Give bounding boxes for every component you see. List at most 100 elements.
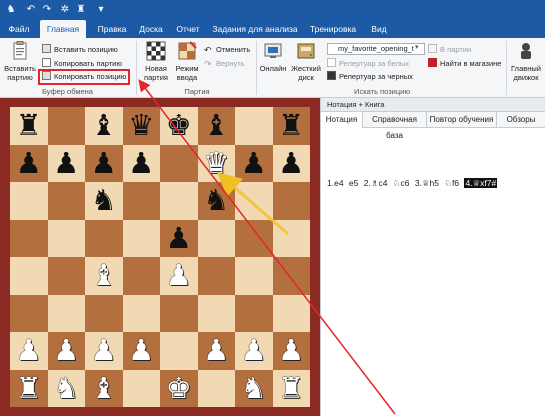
board-square[interactable] xyxy=(197,219,235,257)
input-mode-button[interactable]: Режим ввода xyxy=(172,40,202,82)
tab-board[interactable]: Доска xyxy=(134,20,168,38)
black-knight-icon[interactable]: ♞ xyxy=(85,182,123,220)
new-game-button[interactable]: Новая партия xyxy=(140,40,172,82)
app-logo-icon[interactable]: ♞ xyxy=(4,3,18,17)
tab-reference-db[interactable]: Справочная база xyxy=(363,112,427,140)
board-square[interactable] xyxy=(272,182,310,220)
black-pawn-icon[interactable]: ♟ xyxy=(235,145,273,183)
white-knight-icon[interactable]: ♞ xyxy=(48,370,86,408)
white-pawn-icon[interactable]: ♟ xyxy=(123,332,161,370)
board-square[interactable] xyxy=(122,369,160,407)
tab-analysis-tasks[interactable]: Задания для анализа xyxy=(210,20,300,38)
black-pawn-icon[interactable]: ♟ xyxy=(85,145,123,183)
black-bishop-icon[interactable]: ♝ xyxy=(85,107,123,145)
black-pawn-icon[interactable]: ♟ xyxy=(48,145,86,183)
white-pawn-icon[interactable]: ♟ xyxy=(235,332,273,370)
white-pawn-icon[interactable]: ♟ xyxy=(48,332,86,370)
board-square[interactable] xyxy=(47,219,85,257)
black-rook-icon[interactable]: ♜ xyxy=(10,107,48,145)
undo-icon[interactable]: ↶ xyxy=(24,3,38,17)
white-pawn-icon[interactable]: ♟ xyxy=(10,332,48,370)
board-square[interactable] xyxy=(235,182,273,220)
board-square[interactable] xyxy=(47,182,85,220)
board-square[interactable] xyxy=(122,257,160,295)
copy-position-button[interactable]: Копировать позицию xyxy=(37,69,131,85)
repertoire-black-button[interactable]: Репертуар за черных xyxy=(327,71,413,83)
board-square[interactable] xyxy=(47,107,85,145)
move[interactable]: ♘c6 xyxy=(393,178,410,188)
board-square[interactable] xyxy=(10,294,48,332)
black-bishop-icon[interactable]: ♝ xyxy=(198,107,236,145)
board-square[interactable] xyxy=(47,257,85,295)
white-rook-icon[interactable]: ♜ xyxy=(273,370,311,408)
black-pawn-icon[interactable]: ♟ xyxy=(273,145,311,183)
board-square[interactable] xyxy=(10,182,48,220)
board-square[interactable] xyxy=(235,257,273,295)
board-square[interactable] xyxy=(197,257,235,295)
white-knight-icon[interactable]: ♞ xyxy=(235,370,273,408)
black-rook-icon[interactable]: ♜ xyxy=(273,107,311,145)
white-pawn-icon[interactable]: ♟ xyxy=(273,332,311,370)
dropdown-icon[interactable]: ▾ xyxy=(94,3,108,17)
tab-edit[interactable]: Правка xyxy=(92,20,132,38)
paste-game-button[interactable]: Вставить партию xyxy=(2,40,38,82)
board-square[interactable] xyxy=(160,182,198,220)
board-square[interactable] xyxy=(47,294,85,332)
move[interactable]: 2.♗c4 xyxy=(364,178,388,188)
copy-game-button[interactable]: Копировать партию xyxy=(42,58,122,70)
black-queen-icon[interactable]: ♛ xyxy=(123,107,161,145)
white-bishop-icon[interactable]: ♝ xyxy=(85,370,123,408)
move[interactable]: e5 xyxy=(349,178,358,188)
board-square[interactable] xyxy=(160,332,198,370)
board-square[interactable] xyxy=(122,182,160,220)
hard-disk-button[interactable]: Жесткий диск xyxy=(290,40,322,82)
in-game-button[interactable]: В партии xyxy=(428,44,471,56)
move[interactable]: 1.e4 xyxy=(327,178,344,188)
repertoire-white-button[interactable]: Репертуар за белых xyxy=(327,58,409,70)
black-knight-icon[interactable]: ♞ xyxy=(198,182,236,220)
board-square[interactable] xyxy=(10,257,48,295)
paste-position-button[interactable]: Вставить позицию xyxy=(42,44,118,56)
board-square[interactable] xyxy=(272,294,310,332)
tab-reviews[interactable]: Обзоры xyxy=(497,112,545,128)
board-square[interactable] xyxy=(272,219,310,257)
board-square[interactable] xyxy=(235,107,273,145)
board-square[interactable] xyxy=(122,219,160,257)
tab-file[interactable]: Файл xyxy=(4,20,34,38)
board-square[interactable] xyxy=(197,369,235,407)
white-king-icon[interactable]: ♚ xyxy=(160,370,198,408)
black-pawn-icon[interactable]: ♟ xyxy=(160,220,198,258)
board-square[interactable] xyxy=(85,219,123,257)
tab-training-repeat[interactable]: Повтор обучения xyxy=(427,112,497,128)
move[interactable]: 3.♕h5 xyxy=(415,178,439,188)
white-rook-icon[interactable]: ♜ xyxy=(10,370,48,408)
white-pawn-icon[interactable]: ♟ xyxy=(160,257,198,295)
black-king-icon[interactable]: ♚ xyxy=(160,107,198,145)
chess-board[interactable]: ♜ ♝ ♛ ♚ ♝ ♜ ♟ ♟ ♟ ♟ ♛ ♟ ♟ ♞ ♞ ♟ ♝ ♟ ♟ ♟ ♟ ♟ ♟ ♟ ♟ ♜ ♞ ♝ ♚ ♞ ♜ xyxy=(10,107,310,407)
book-combo[interactable]: my_favorite_opening_t xyxy=(327,43,425,55)
board-square[interactable] xyxy=(85,294,123,332)
board-square[interactable] xyxy=(160,144,198,182)
find-in-store-button[interactable]: Найти в магазине xyxy=(428,58,501,70)
cancel-button[interactable]: ↶ Отменить xyxy=(204,44,250,56)
board-square[interactable] xyxy=(272,257,310,295)
chevron-down-icon[interactable]: ▾ xyxy=(415,43,419,51)
tab-training[interactable]: Тренировка xyxy=(304,20,362,38)
black-pawn-icon[interactable]: ♟ xyxy=(123,145,161,183)
castle-icon[interactable]: ♜ xyxy=(74,3,88,17)
board-square[interactable] xyxy=(10,219,48,257)
tab-view[interactable]: Вид xyxy=(366,20,392,38)
black-pawn-icon[interactable]: ♟ xyxy=(10,145,48,183)
white-bishop-icon[interactable]: ♝ xyxy=(85,257,123,295)
white-pawn-icon[interactable]: ♟ xyxy=(198,332,236,370)
tab-notation[interactable]: Нотация xyxy=(321,112,363,128)
settings-icon[interactable]: ✲ xyxy=(58,3,72,17)
redo-icon[interactable]: ↷ xyxy=(40,3,54,17)
main-engine-button[interactable]: Главный движок xyxy=(508,40,544,82)
board-square[interactable] xyxy=(235,294,273,332)
board-square[interactable] xyxy=(160,294,198,332)
board-square[interactable] xyxy=(122,294,160,332)
tab-home[interactable]: Главная xyxy=(40,20,86,38)
board-square[interactable] xyxy=(197,294,235,332)
white-queen-icon[interactable]: ♛ xyxy=(198,145,236,183)
